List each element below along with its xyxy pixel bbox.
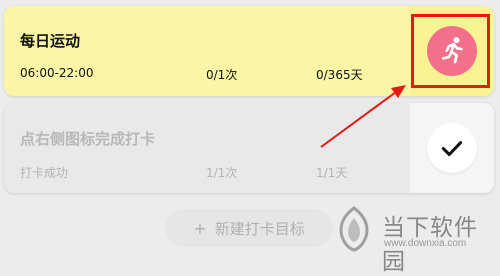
watermark-logo-icon [339,206,369,252]
new-goal-label: 新建打卡目标 [214,219,305,238]
watermark-url: www.downxia.com [384,238,467,249]
new-checkin-goal-button[interactable]: + 新建打卡目标 [165,209,333,247]
watermark: 当下软件园 www.downxia.com [326,200,498,275]
plus-icon: + [193,218,207,238]
